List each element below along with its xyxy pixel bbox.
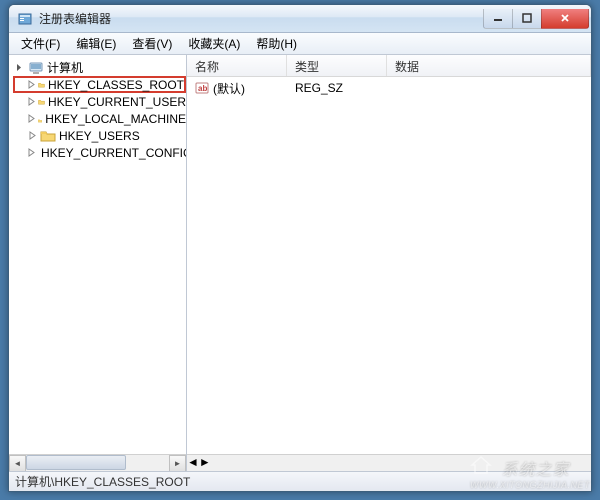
registry-tree[interactable]: 计算机 HKEY_CLASSES_ROOT HKEY_CURRENT_USER … [9,55,186,454]
tree-item-label: HKEY_USERS [59,129,140,143]
list-hscroll[interactable]: ◄ ► [187,454,591,471]
column-data[interactable]: 数据 [387,55,591,76]
scroll-track[interactable] [26,455,169,472]
scroll-left-icon[interactable]: ◄ [9,455,26,472]
titlebar[interactable]: 注册表编辑器 [9,5,591,33]
folder-icon [40,129,56,143]
expand-icon[interactable] [27,96,36,107]
list-row[interactable]: ab (默认) REG_SZ [187,79,591,97]
scroll-right-icon[interactable]: ► [169,455,186,472]
expand-icon[interactable] [27,79,36,90]
maximize-button[interactable] [512,9,542,29]
menu-view[interactable]: 查看(V) [124,33,180,54]
tree-item-label: HKEY_CLASSES_ROOT [48,78,184,92]
registry-editor-window: 注册表编辑器 文件(F) 编辑(E) 查看(V) 收藏夹(A) 帮助(H) 计算… [8,4,592,492]
close-button[interactable] [541,9,589,29]
list-body[interactable]: ab (默认) REG_SZ [187,77,591,454]
tree-pane: 计算机 HKEY_CLASSES_ROOT HKEY_CURRENT_USER … [9,55,187,471]
tree-item-hklm[interactable]: HKEY_LOCAL_MACHINE [13,110,186,127]
expand-icon[interactable] [27,113,36,124]
cell-type: REG_SZ [287,81,387,95]
svg-text:ab: ab [198,84,207,93]
app-icon [17,11,33,27]
minimize-button[interactable] [483,9,513,29]
column-type[interactable]: 类型 [287,55,387,76]
tree-item-label: HKEY_LOCAL_MACHINE [45,112,186,126]
expand-icon[interactable] [27,147,36,158]
list-header: 名称 类型 数据 [187,55,591,77]
string-value-icon: ab [195,81,209,95]
window-title: 注册表编辑器 [39,10,484,27]
folder-icon [38,78,45,92]
tree-item-hku[interactable]: HKEY_USERS [13,127,186,144]
tree-item-hkcc[interactable]: HKEY_CURRENT_CONFIG [13,144,186,161]
scroll-thumb[interactable] [26,455,126,470]
menu-help[interactable]: 帮助(H) [248,33,305,54]
menubar: 文件(F) 编辑(E) 查看(V) 收藏夹(A) 帮助(H) [9,33,591,55]
status-path: 计算机\HKEY_CLASSES_ROOT [15,473,190,490]
computer-icon [28,61,44,75]
tree-item-label: HKEY_CURRENT_USER [48,95,186,109]
menu-favorites[interactable]: 收藏夹(A) [180,33,248,54]
tree-item-hkcu[interactable]: HKEY_CURRENT_USER [13,93,186,110]
tree-hscroll[interactable]: ◄ ► [9,454,186,471]
scroll-left-icon[interactable]: ◄ [187,455,199,471]
window-buttons [484,9,589,29]
collapse-icon[interactable] [15,62,26,73]
statusbar: 计算机\HKEY_CLASSES_ROOT [9,471,591,491]
column-name[interactable]: 名称 [187,55,287,76]
cell-name-text: (默认) [213,80,245,97]
tree-root-label: 计算机 [47,59,83,76]
expand-icon[interactable] [27,130,38,141]
list-pane: 名称 类型 数据 ab (默认) REG_SZ ◄ ► [187,55,591,471]
tree-root[interactable]: 计算机 [13,59,186,76]
tree-item-hkcr[interactable]: HKEY_CLASSES_ROOT [13,76,186,93]
menu-edit[interactable]: 编辑(E) [68,33,124,54]
menu-file[interactable]: 文件(F) [13,33,68,54]
scroll-right-icon[interactable]: ► [199,455,211,471]
folder-icon [38,112,42,126]
content-area: 计算机 HKEY_CLASSES_ROOT HKEY_CURRENT_USER … [9,55,591,471]
cell-name: ab (默认) [187,80,287,97]
tree-item-label: HKEY_CURRENT_CONFIG [41,146,186,160]
folder-icon [38,95,45,109]
